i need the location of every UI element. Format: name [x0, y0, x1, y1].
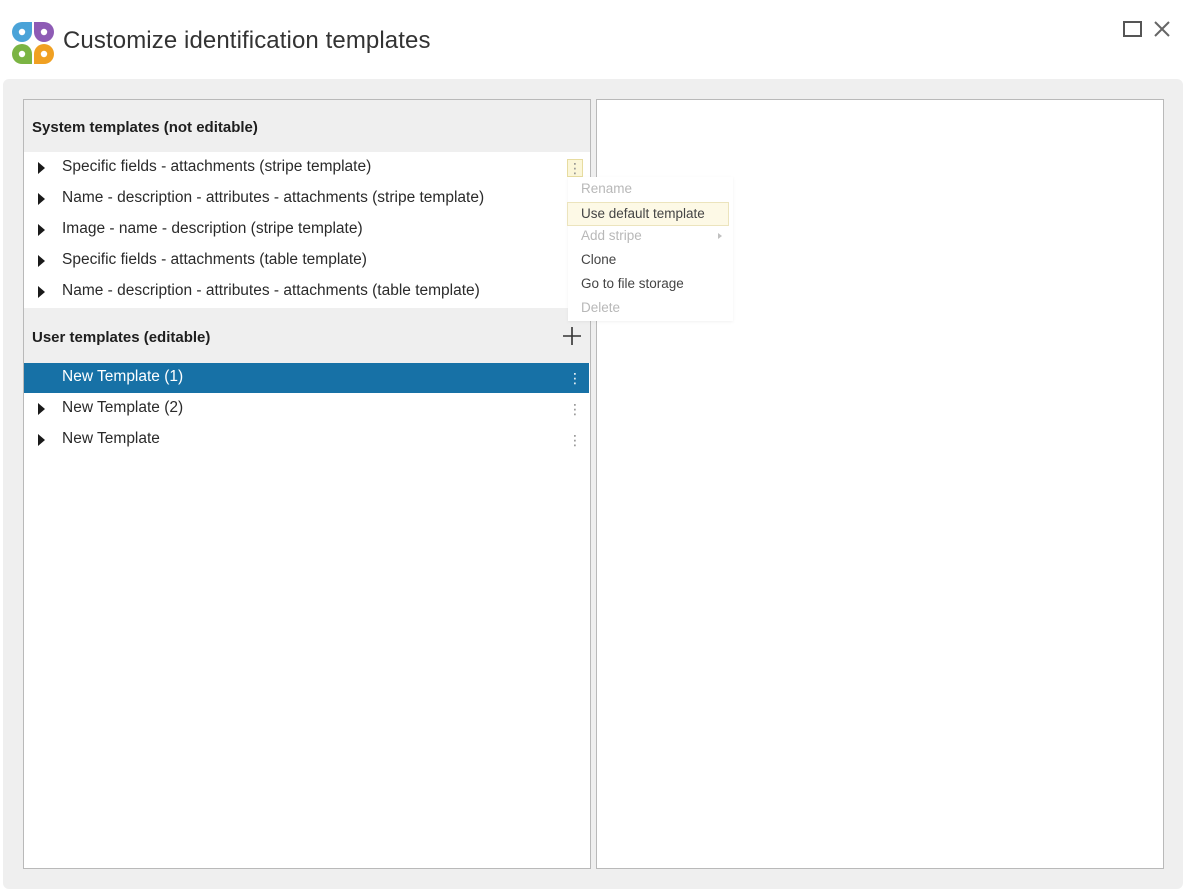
template-label: Specific fields - attachments (table tem… [62, 251, 367, 268]
template-label: Name - description - attributes - attach… [62, 189, 485, 206]
system-template-item[interactable]: Specific fields - attachments (table tem… [24, 246, 589, 276]
title-bar: Customize identification templates [0, 0, 1189, 80]
more-vertical-icon[interactable]: ⋮ [567, 369, 583, 387]
menu-item-label: Clone [581, 252, 617, 267]
more-vertical-icon[interactable]: ⋮ [567, 400, 583, 418]
expand-arrow-icon[interactable] [38, 403, 45, 415]
template-label: New Template (1) [62, 368, 184, 385]
template-label: Image - name - description (stripe templ… [62, 220, 363, 237]
user-template-item[interactable]: New Template (1) ⋮ [24, 363, 589, 393]
menu-item-rename[interactable]: Rename [568, 178, 733, 200]
template-label: Name - description - attributes - attach… [62, 282, 480, 299]
user-template-item[interactable]: New Template ⋮ [24, 425, 589, 455]
submenu-arrow-icon [718, 233, 722, 239]
template-label: New Template [62, 430, 160, 447]
menu-item-add-stripe[interactable]: Add stripe [568, 225, 733, 247]
menu-item-clone[interactable]: Clone [568, 249, 733, 271]
expand-arrow-icon[interactable] [38, 434, 45, 446]
expand-arrow-icon[interactable] [38, 193, 45, 205]
system-template-item[interactable]: Name - description - attributes - attach… [24, 184, 589, 214]
menu-item-use-default-template[interactable]: Use default template [567, 202, 729, 226]
user-templates-title: User templates (editable) [32, 329, 211, 346]
expand-arrow-icon[interactable] [38, 162, 45, 174]
menu-item-label: Rename [581, 181, 633, 196]
menu-item-go-to-file-storage[interactable]: Go to file storage [568, 273, 733, 295]
system-templates-title: System templates (not editable) [32, 119, 258, 136]
menu-item-label: Add stripe [581, 228, 642, 243]
system-template-item[interactable]: Image - name - description (stripe templ… [24, 215, 589, 245]
maximize-icon[interactable] [1122, 18, 1144, 40]
expand-arrow-icon[interactable] [38, 255, 45, 267]
expand-arrow-icon[interactable] [38, 286, 45, 298]
close-icon[interactable] [1151, 18, 1173, 40]
menu-item-delete[interactable]: Delete [568, 297, 733, 319]
more-vertical-icon[interactable]: ⋮ [567, 431, 583, 449]
menu-item-label: Delete [581, 300, 621, 315]
menu-item-label: Use default template [581, 206, 705, 221]
add-template-button[interactable] [561, 325, 583, 347]
menu-item-label: Go to file storage [581, 276, 684, 291]
system-template-item[interactable]: Name - description - attributes - attach… [24, 277, 589, 307]
user-template-item[interactable]: New Template (2) ⋮ [24, 394, 589, 424]
system-template-item[interactable]: Specific fields - attachments (stripe te… [24, 153, 589, 183]
context-menu: Rename Use default template Add stripe C… [567, 177, 733, 321]
more-vertical-icon[interactable]: ⋮ [567, 159, 583, 177]
template-label: New Template (2) [62, 399, 184, 416]
expand-arrow-icon[interactable] [38, 224, 45, 236]
window-title: Customize identification templates [63, 27, 431, 54]
template-label: Specific fields - attachments (stripe te… [62, 158, 372, 175]
app-logo-icon [12, 22, 54, 64]
